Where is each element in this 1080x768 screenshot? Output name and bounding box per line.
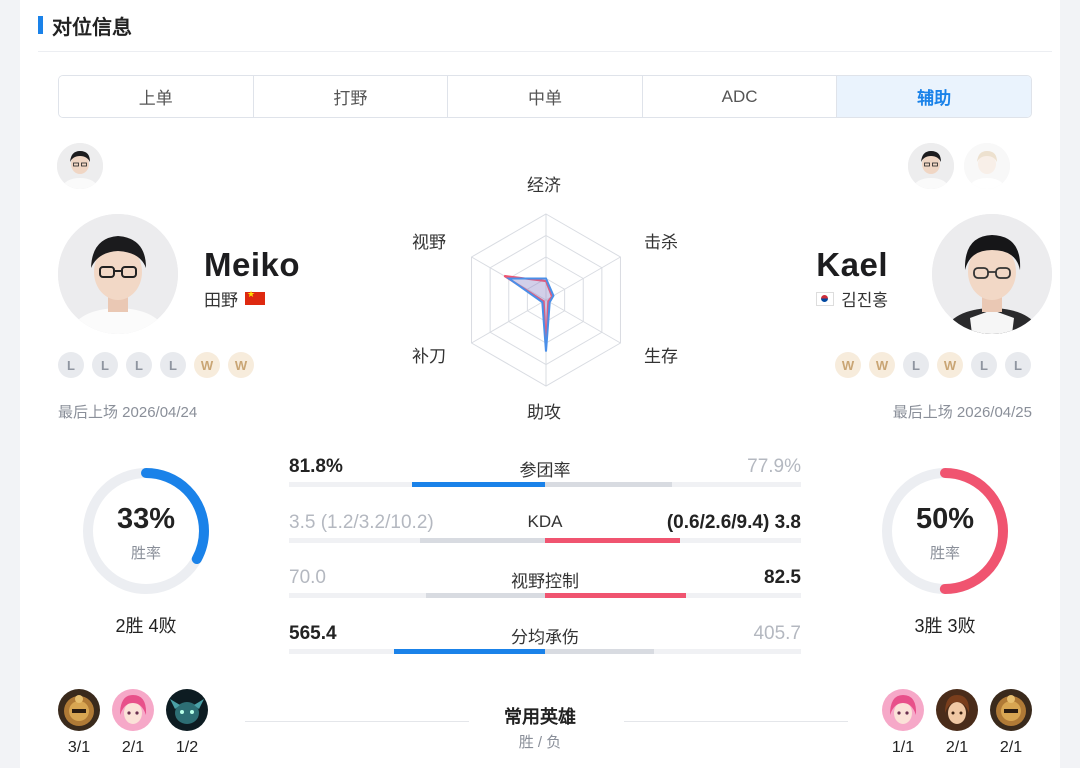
right-player-real-name: 김진홍 — [816, 286, 888, 311]
right-team-avatar-2[interactable] — [964, 143, 1010, 189]
champion-bronze-helmet-icon — [58, 689, 100, 731]
stat-right-value: 405.7 — [753, 623, 801, 644]
left-record: 2胜 4败 — [115, 616, 177, 636]
stat-right-value: 82.5 — [764, 567, 801, 588]
tab-jungle[interactable]: 打野 — [253, 76, 449, 117]
tab-top[interactable]: 上单 — [59, 76, 254, 117]
left-real-name-text: 田野 — [204, 291, 238, 310]
champion-item[interactable]: 1/2 — [166, 689, 208, 757]
result-badge: L — [903, 352, 929, 378]
champion-record: 2/1 — [121, 739, 145, 756]
korea-flag-icon — [816, 291, 835, 306]
stat-row-damage-taken: 565.4 分均承伤 405.7 — [289, 621, 801, 671]
radar-label-kills: 击杀 — [644, 233, 678, 252]
tab-mid[interactable]: 中单 — [448, 76, 643, 117]
result-badge: L — [971, 352, 997, 378]
stat-name: 视野控制 — [511, 572, 579, 591]
left-last-played: 最后上场 2026/04/24 — [58, 404, 198, 421]
result-badge: W — [194, 352, 220, 378]
stat-left-bar — [393, 649, 545, 654]
stat-right-bar — [545, 649, 654, 654]
result-badge: L — [58, 352, 84, 378]
champion-record: 1/2 — [175, 739, 199, 756]
right-champion-list: 1/1 2/1 2/1 — [882, 689, 1032, 757]
stat-right-bar — [545, 593, 686, 598]
section-header: 对位信息 — [38, 8, 132, 42]
champion-item[interactable]: 2/1 — [990, 689, 1032, 757]
header-divider — [38, 51, 1052, 52]
left-player-avatar[interactable] — [58, 214, 178, 334]
radar-series-left — [505, 277, 555, 352]
right-team-avatar-1[interactable] — [908, 143, 954, 189]
stat-right-value: (0.6/2.6/9.4) 3.8 — [666, 512, 801, 533]
position-tabs: 上单 打野 中单 ADC 辅助 — [58, 75, 1032, 118]
tab-adc[interactable]: ADC — [642, 76, 838, 117]
stat-name: 参团率 — [519, 461, 571, 480]
champion-pink-hair-icon — [112, 689, 154, 731]
right-winrate-value: 50% — [915, 503, 975, 535]
stat-left-bar — [420, 538, 545, 543]
left-team-avatar[interactable] — [57, 143, 103, 189]
champion-item[interactable]: 2/1 — [936, 689, 978, 757]
right-last-played: 最后上场 2026/04/25 — [892, 404, 1032, 421]
result-badge: W — [937, 352, 963, 378]
stat-row-participation: 81.8% 参团率 77.9% — [289, 454, 801, 504]
stat-row-kda: 3.5 (1.2/3.2/10.2) KDA (0.6/2.6/9.4) 3.8 — [289, 510, 801, 560]
champion-teal-creature-icon — [166, 689, 208, 731]
radar-label-vision: 视野 — [412, 233, 446, 252]
result-badge: W — [869, 352, 895, 378]
stat-row-vision-control: 70.0 视野控制 82.5 — [289, 565, 801, 615]
result-badge: L — [92, 352, 118, 378]
left-player-real-name: 田野 — [204, 286, 265, 311]
champion-record: 3/1 — [67, 739, 91, 756]
stat-right-bar — [545, 482, 672, 487]
stat-left-bar — [425, 593, 545, 598]
right-winrate-label: 胜率 — [929, 545, 960, 562]
section-title: 对位信息 — [52, 16, 132, 39]
champion-item[interactable]: 1/1 — [882, 689, 924, 757]
champion-record: 2/1 — [945, 739, 969, 756]
china-flag-icon — [245, 289, 265, 305]
result-badge: W — [835, 352, 861, 378]
champion-item[interactable]: 3/1 — [58, 689, 100, 757]
left-player-name[interactable]: Meiko — [204, 246, 300, 284]
right-player-name[interactable]: Kael — [816, 246, 888, 284]
radar-chart — [471, 213, 621, 387]
matchup-card: 对位信息 上单 打野 中单 ADC 辅助 Meiko 田野 Kael 김진홍 L… — [20, 0, 1060, 768]
right-recent-results: W W L W L L — [835, 352, 1031, 378]
radar-label-survival: 生存 — [644, 347, 678, 366]
result-badge: L — [160, 352, 186, 378]
result-badge: L — [126, 352, 152, 378]
left-recent-results: L L L L W W — [58, 352, 254, 378]
left-champion-list: 3/1 2/1 1/2 — [58, 689, 208, 757]
radar-label-economy: 经济 — [527, 176, 561, 195]
radar-label-cs: 补刀 — [412, 347, 446, 366]
champion-item[interactable]: 2/1 — [112, 689, 154, 757]
left-winrate-value: 33% — [116, 503, 176, 535]
tab-support[interactable]: 辅助 — [837, 76, 1031, 117]
stat-left-bar — [411, 482, 545, 487]
right-real-name-text: 김진홍 — [841, 291, 888, 310]
result-badge: L — [1005, 352, 1031, 378]
left-winrate-label: 胜率 — [130, 545, 161, 562]
champion-brown-hair-icon — [936, 689, 978, 731]
champion-pink-hair-icon — [882, 689, 924, 731]
champion-bronze-helmet-icon — [990, 689, 1032, 731]
section-accent-bar — [38, 16, 43, 34]
right-player-avatar[interactable] — [932, 214, 1052, 334]
result-badge: W — [228, 352, 254, 378]
right-record: 3胜 3败 — [914, 616, 976, 636]
stat-right-bar — [545, 538, 681, 543]
stat-name: 分均承伤 — [511, 628, 579, 647]
champion-record: 1/1 — [891, 739, 915, 756]
radar-label-assists: 助攻 — [527, 403, 561, 422]
champion-record: 2/1 — [999, 739, 1023, 756]
stat-right-value: 77.9% — [747, 456, 801, 477]
